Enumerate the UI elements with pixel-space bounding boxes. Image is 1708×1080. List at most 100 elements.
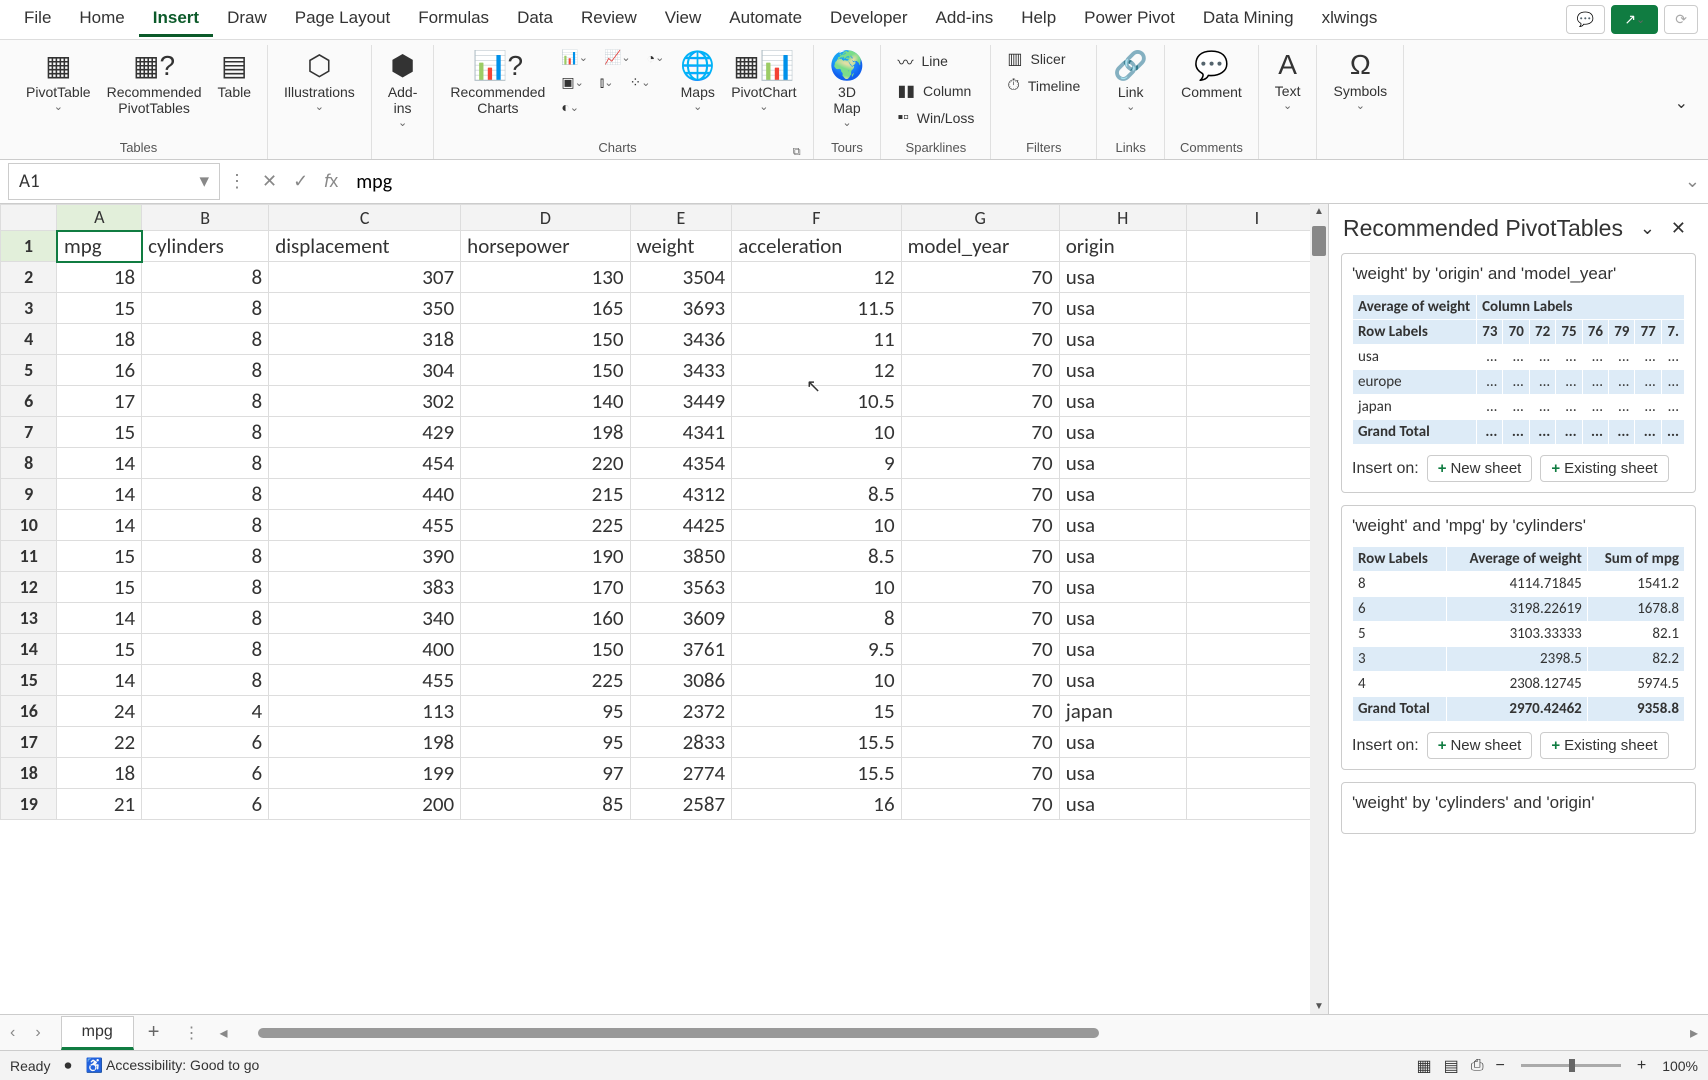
cell[interactable]: 15 [57,417,142,448]
illustrations-button[interactable]: ⬡Illustrations [276,45,363,117]
menu-tab-add-ins[interactable]: Add-ins [922,2,1008,37]
cell[interactable]: usa [1059,417,1186,448]
cell[interactable]: 454 [269,448,461,479]
cell[interactable]: 150 [461,634,630,665]
cell[interactable]: usa [1059,510,1186,541]
cell[interactable]: 140 [461,386,630,417]
cell[interactable]: 440 [269,479,461,510]
hscroll-left-icon[interactable]: ◂ [209,1023,237,1043]
cell[interactable]: 8.5 [732,541,901,572]
cell[interactable]: 16 [57,355,142,386]
cell[interactable] [1186,448,1327,479]
cell[interactable]: 4341 [630,417,732,448]
share-button[interactable]: ↗ [1611,5,1658,34]
row-header[interactable]: 6 [1,386,57,417]
ribbon-expand-icon[interactable]: ⌄ [1665,93,1698,113]
insert-new-sheet-button[interactable]: +New sheet [1427,732,1533,759]
recommended-charts-button[interactable]: 📊?Recommended Charts [442,45,553,120]
cell[interactable]: 3086 [630,665,732,696]
cell[interactable]: 15 [57,541,142,572]
cell[interactable]: 4354 [630,448,732,479]
cell[interactable]: 383 [269,572,461,603]
cell[interactable]: usa [1059,355,1186,386]
cell[interactable]: 70 [901,293,1059,324]
cell[interactable] [1186,603,1327,634]
cell[interactable]: 70 [901,386,1059,417]
cell[interactable]: 70 [901,603,1059,634]
cell[interactable]: horsepower [461,231,630,262]
cell[interactable]: 6 [142,727,269,758]
cell[interactable]: 12 [732,262,901,293]
combo-chart-icon[interactable]: ◐ [553,95,587,119]
cell[interactable]: 318 [269,324,461,355]
slicer-button[interactable]: ▥Slicer [999,45,1088,73]
cell[interactable]: 70 [901,479,1059,510]
cell[interactable]: model_year [901,231,1059,262]
cell[interactable]: 170 [461,572,630,603]
addins-button[interactable]: ⬢Add- ins [380,45,426,133]
cell[interactable]: 70 [901,572,1059,603]
menu-tab-automate[interactable]: Automate [715,2,816,37]
cell[interactable]: usa [1059,386,1186,417]
cell[interactable]: 70 [901,355,1059,386]
row-header[interactable]: 5 [1,355,57,386]
cell[interactable]: 390 [269,541,461,572]
cell[interactable]: 304 [269,355,461,386]
cell[interactable]: 165 [461,293,630,324]
pivottable-button[interactable]: ▦PivotTable [18,45,99,117]
recommendation-card-1[interactable]: 'weight' by 'origin' and 'model_year' Av… [1341,253,1696,493]
cell[interactable]: 215 [461,479,630,510]
cell[interactable]: 8 [142,293,269,324]
cell[interactable]: 9.5 [732,634,901,665]
menu-tab-page-layout[interactable]: Page Layout [281,2,404,37]
insert-function-icon[interactable]: fx [316,171,346,192]
cell[interactable]: 2774 [630,758,732,789]
cell[interactable]: 4312 [630,479,732,510]
cell[interactable]: 429 [269,417,461,448]
cell[interactable] [1186,634,1327,665]
formula-input[interactable] [346,164,1677,200]
column-header[interactable]: C [269,205,461,231]
sparkline-column-button[interactable]: ▮▮Column [889,77,982,105]
cell[interactable]: 6 [142,758,269,789]
sync-status[interactable]: ⟳ [1664,5,1698,34]
column-header[interactable]: B [142,205,269,231]
cell[interactable]: 70 [901,665,1059,696]
formula-cancel-icon[interactable]: ✕ [254,171,285,192]
row-header[interactable]: 18 [1,758,57,789]
cell[interactable]: 11 [732,324,901,355]
cell[interactable]: 8 [142,417,269,448]
recommendation-card-2[interactable]: 'weight' and 'mpg' by 'cylinders' Row La… [1341,505,1696,770]
cell[interactable]: 113 [269,696,461,727]
cell[interactable]: 14 [57,665,142,696]
cell[interactable] [1186,789,1327,820]
cell[interactable]: 8 [142,572,269,603]
cell[interactable]: 85 [461,789,630,820]
column-header[interactable]: H [1059,205,1186,231]
cell[interactable]: 15 [57,572,142,603]
column-header[interactable]: I [1186,205,1327,231]
cell[interactable]: 4 [142,696,269,727]
cell[interactable]: 10.5 [732,386,901,417]
cell[interactable]: 70 [901,262,1059,293]
cell[interactable]: 15 [57,634,142,665]
cell[interactable]: 70 [901,696,1059,727]
menu-tab-data[interactable]: Data [503,2,567,37]
text-button[interactable]: AText [1267,45,1309,116]
cell[interactable]: 8 [142,355,269,386]
zoom-in-icon[interactable]: + [1631,1057,1652,1075]
task-pane-close-icon[interactable]: ✕ [1663,214,1694,243]
row-header[interactable]: 9 [1,479,57,510]
timeline-button[interactable]: ⏱Timeline [999,73,1088,99]
cell[interactable]: 17 [57,386,142,417]
row-header[interactable]: 10 [1,510,57,541]
link-button[interactable]: 🔗Link [1105,45,1156,117]
cell[interactable] [1186,417,1327,448]
cell[interactable]: 10 [732,510,901,541]
cell[interactable]: 455 [269,665,461,696]
cell[interactable]: 70 [901,448,1059,479]
sheet-nav-next[interactable]: › [25,1024,50,1042]
cell[interactable]: displacement [269,231,461,262]
cell[interactable]: 15 [57,293,142,324]
zoom-slider[interactable] [1521,1064,1621,1067]
